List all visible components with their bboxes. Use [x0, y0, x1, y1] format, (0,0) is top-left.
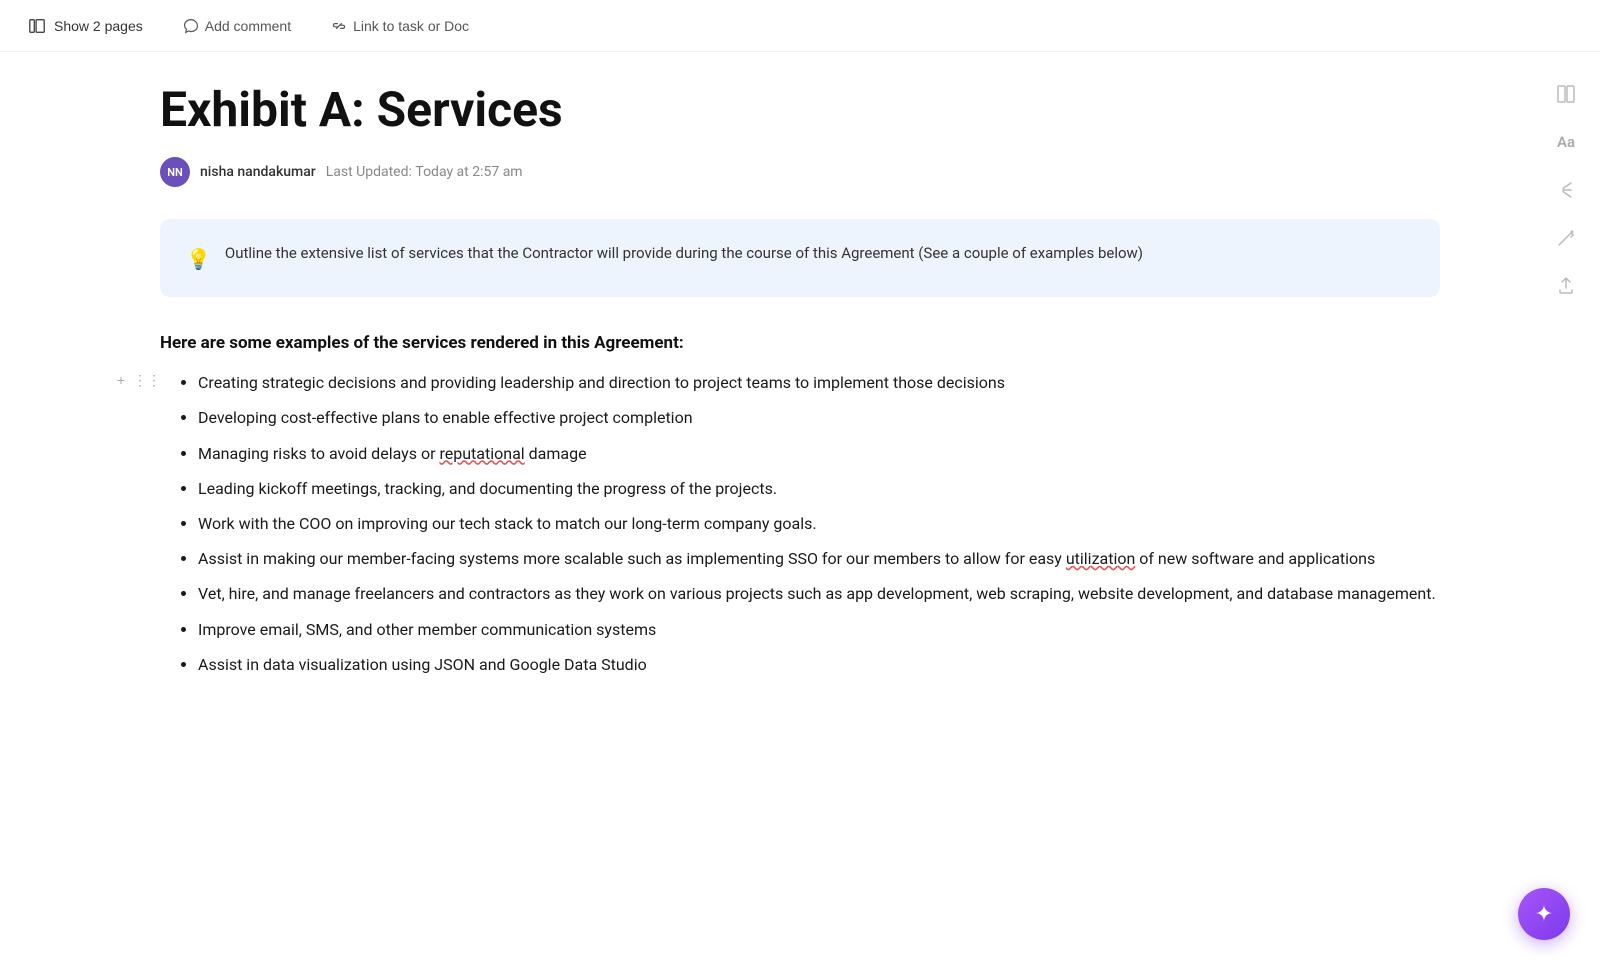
author-row: NN nisha nandakumar Last Updated: Today … [160, 157, 1440, 187]
show-pages-button[interactable]: Show 2 pages [20, 13, 151, 39]
list-item: Developing cost-effective plans to enabl… [198, 404, 1440, 431]
list-item: Work with the COO on improving our tech … [198, 510, 1440, 537]
section-heading: Here are some examples of the services r… [160, 333, 1440, 353]
hint-text: Outline the extensive list of services t… [225, 241, 1143, 265]
list-container: + ⋮⋮ Creating strategic decisions and pr… [160, 369, 1440, 678]
list-item: Improve email, SMS, and other member com… [198, 616, 1440, 643]
top-toolbar: Show 2 pages Add comment Link to task or… [0, 0, 1600, 52]
add-block-button[interactable]: + [110, 369, 132, 391]
spellcheck-word: reputational [439, 444, 524, 463]
list-item: Leading kickoff meetings, tracking, and … [198, 475, 1440, 502]
comment-icon [183, 18, 199, 34]
add-comment-button[interactable]: Add comment [175, 14, 299, 38]
block-controls: + ⋮⋮ [110, 369, 158, 391]
pages-icon [28, 17, 46, 35]
hint-box: 💡 Outline the extensive list of services… [160, 219, 1440, 297]
services-list: Creating strategic decisions and providi… [170, 369, 1440, 678]
link-icon [331, 18, 347, 34]
avatar: NN [160, 157, 190, 187]
main-content: Exhibit A: Services NN nisha nandakumar … [0, 52, 1600, 970]
list-item: Managing risks to avoid delays or reputa… [198, 440, 1440, 467]
last-updated-label: Last Updated: Today at 2:57 am [326, 164, 523, 180]
spellcheck-word: utilization [1066, 549, 1135, 568]
list-item: Creating strategic decisions and providi… [198, 369, 1440, 396]
ai-fab-button[interactable]: ✦ [1518, 888, 1570, 940]
author-name: nisha nandakumar [200, 164, 316, 180]
link-task-button[interactable]: Link to task or Doc [323, 14, 477, 38]
hint-icon: 💡 [186, 243, 211, 275]
list-item: Assist in making our member-facing syste… [198, 545, 1440, 572]
drag-block-button[interactable]: ⋮⋮ [136, 369, 158, 391]
document-title: Exhibit A: Services [160, 82, 1440, 137]
list-item: Assist in data visualization using JSON … [198, 651, 1440, 678]
list-item: Vet, hire, and manage freelancers and co… [198, 580, 1440, 607]
